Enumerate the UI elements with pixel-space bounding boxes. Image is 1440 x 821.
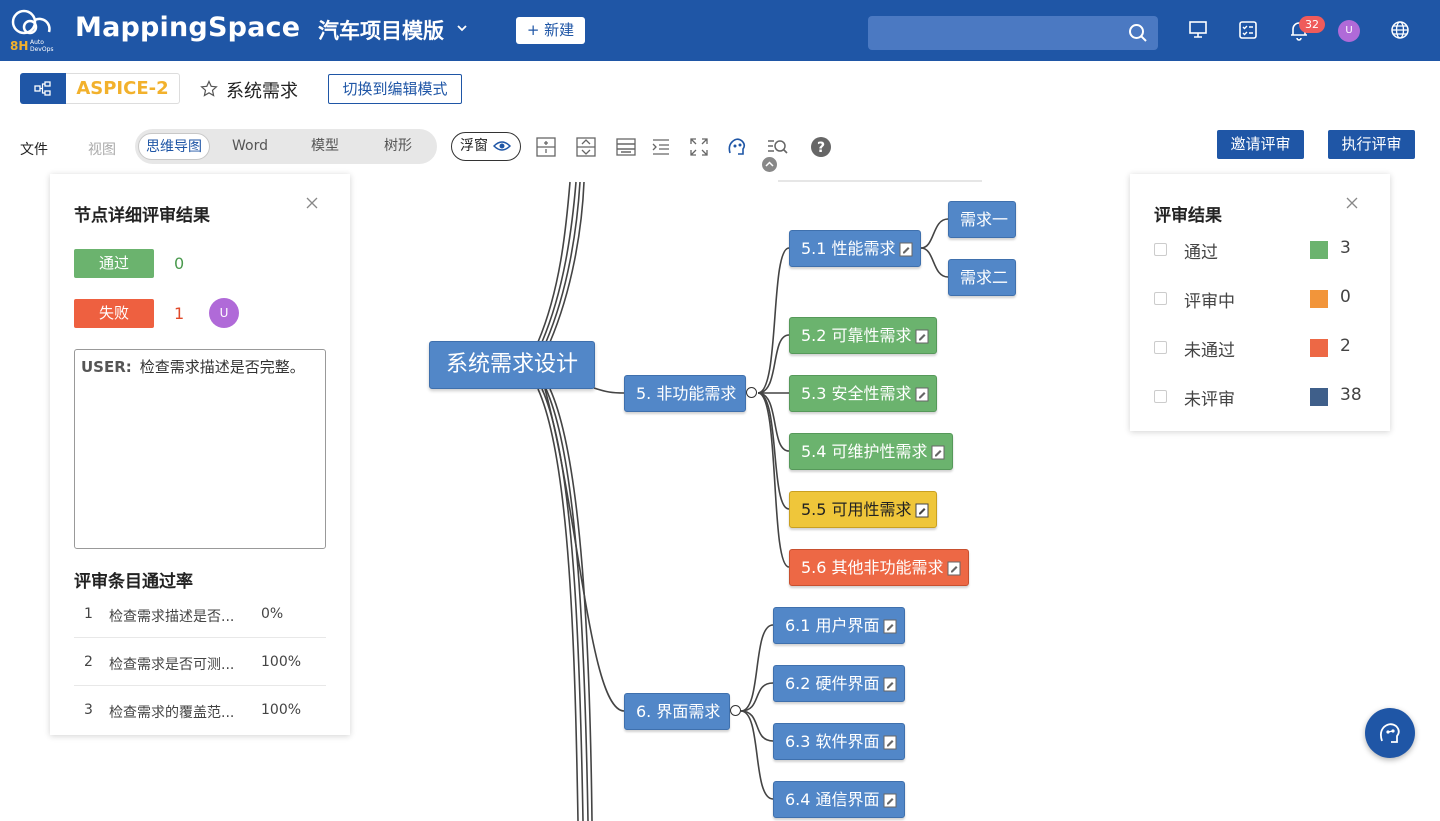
reviewer-avatar[interactable]: U bbox=[209, 298, 239, 328]
note-icon[interactable] bbox=[915, 329, 929, 344]
note-icon[interactable] bbox=[883, 735, 897, 750]
legend-label: 评审中 bbox=[1184, 292, 1235, 312]
table-row[interactable]: 1 检查需求描述是否... 0% bbox=[74, 590, 326, 638]
mindmap-node-6[interactable]: 6. 界面需求 bbox=[624, 693, 730, 730]
fail-count: 1 bbox=[174, 304, 185, 323]
legend-label: 通过 bbox=[1184, 243, 1218, 263]
ai-assistant-icon bbox=[1379, 723, 1400, 743]
collapse-node-toggle[interactable] bbox=[746, 387, 757, 398]
node-label: 5.4 可维护性需求 bbox=[801, 442, 928, 461]
ai-help-floating-button[interactable] bbox=[1365, 708, 1415, 758]
row-rate: 100% bbox=[261, 702, 302, 718]
mindmap-node-6-1[interactable]: 6.1 用户界面 bbox=[773, 607, 905, 644]
note-icon[interactable] bbox=[947, 561, 961, 576]
fail-status-button[interactable]: 失败 bbox=[74, 299, 154, 328]
filter-checkbox[interactable] bbox=[1154, 390, 1167, 403]
node-label: 5.6 其他非功能需求 bbox=[801, 558, 944, 577]
legend-row-passed[interactable]: 通过 3 bbox=[1154, 238, 1364, 263]
mindmap-node-6-3[interactable]: 6.3 软件界面 bbox=[773, 723, 905, 760]
mindmap-node-5-4[interactable]: 5.4 可维护性需求 bbox=[789, 433, 953, 470]
color-swatch bbox=[1310, 339, 1328, 357]
mindmap-node-6-2[interactable]: 6.2 硬件界面 bbox=[773, 665, 905, 702]
legend-row-in-review[interactable]: 评审中 0 bbox=[1154, 287, 1364, 312]
legend-count: 2 bbox=[1340, 336, 1351, 356]
node-label: 6.1 用户界面 bbox=[785, 616, 880, 635]
row-item: 检查需求描述是否... bbox=[109, 609, 235, 625]
comment-author: USER: bbox=[81, 358, 132, 376]
row-index: 1 bbox=[84, 606, 93, 622]
row-item: 检查需求的覆盖范... bbox=[109, 705, 235, 721]
mindmap-node-6-4[interactable]: 6.4 通信界面 bbox=[773, 781, 905, 818]
mindmap-node-5[interactable]: 5. 非功能需求 bbox=[624, 375, 746, 412]
note-icon[interactable] bbox=[883, 619, 897, 634]
panel-title: 节点详细评审结果 bbox=[74, 206, 210, 226]
color-swatch bbox=[1310, 241, 1328, 259]
legend-row-not-reviewed[interactable]: 未评审 38 bbox=[1154, 385, 1364, 410]
row-rate: 100% bbox=[261, 654, 302, 670]
filter-checkbox[interactable] bbox=[1154, 341, 1167, 354]
node-label: 需求一 bbox=[960, 210, 1009, 229]
mindmap-node-5-3[interactable]: 5.3 安全性需求 bbox=[789, 375, 937, 412]
note-icon[interactable] bbox=[931, 445, 945, 460]
node-label: 6. 界面需求 bbox=[636, 702, 721, 721]
legend-label: 未评审 bbox=[1184, 390, 1235, 410]
mindmap-node-5-1-b[interactable]: 需求二 bbox=[948, 259, 1016, 296]
note-icon[interactable] bbox=[883, 793, 897, 808]
mindmap-node-5-1[interactable]: 5.1 性能需求 bbox=[789, 230, 921, 267]
close-icon[interactable] bbox=[306, 197, 318, 209]
mindmap-node-5-6[interactable]: 5.6 其他非功能需求 bbox=[789, 549, 969, 586]
filter-checkbox[interactable] bbox=[1154, 243, 1167, 256]
row-index: 2 bbox=[84, 654, 93, 670]
row-index: 3 bbox=[84, 702, 93, 718]
node-label: 5. 非功能需求 bbox=[636, 384, 737, 403]
note-icon[interactable] bbox=[883, 677, 897, 692]
node-label: 5.1 性能需求 bbox=[801, 239, 896, 258]
mindmap-node-5-1-a[interactable]: 需求一 bbox=[948, 201, 1016, 238]
note-icon[interactable] bbox=[915, 503, 929, 518]
table-row[interactable]: 2 检查需求是否可测... 100% bbox=[74, 638, 326, 686]
panel-title: 评审结果 bbox=[1154, 206, 1222, 226]
node-label: 6.3 软件界面 bbox=[785, 732, 880, 751]
mindmap-node-5-2[interactable]: 5.2 可靠性需求 bbox=[789, 317, 937, 354]
collapse-node-toggle[interactable] bbox=[730, 705, 741, 716]
color-swatch bbox=[1310, 388, 1328, 406]
node-label: 6.2 硬件界面 bbox=[785, 674, 880, 693]
legend-count: 3 bbox=[1340, 238, 1351, 258]
node-label: 5.2 可靠性需求 bbox=[801, 326, 912, 345]
review-comment-box[interactable]: USER: 检查需求描述是否完整。 bbox=[74, 349, 326, 549]
pass-rate-title: 评审条目通过率 bbox=[74, 572, 193, 592]
legend-label: 未通过 bbox=[1184, 341, 1235, 361]
node-label: 6.4 通信界面 bbox=[785, 790, 880, 809]
table-row[interactable]: 3 检查需求的覆盖范... 100% bbox=[74, 686, 326, 734]
review-result-panel: 评审结果 通过 3 评审中 0 未通过 2 未评审 38 bbox=[1130, 174, 1390, 431]
pass-status-button[interactable]: 通过 bbox=[74, 249, 154, 278]
note-icon[interactable] bbox=[915, 387, 929, 402]
row-item: 检查需求是否可测... bbox=[109, 657, 235, 673]
mindmap-root-node[interactable]: 系统需求设计 bbox=[429, 341, 595, 389]
legend-count: 0 bbox=[1340, 287, 1351, 307]
node-review-detail-panel: 节点详细评审结果 通过 0 失败 1 U USER: 检查需求描述是否完整。 评审… bbox=[50, 174, 350, 735]
comment-text: 检查需求描述是否完整。 bbox=[139, 358, 305, 376]
filter-checkbox[interactable] bbox=[1154, 292, 1167, 305]
note-icon[interactable] bbox=[899, 242, 913, 257]
mindmap-node-5-5[interactable]: 5.5 可用性需求 bbox=[789, 491, 937, 528]
color-swatch bbox=[1310, 290, 1328, 308]
legend-row-failed[interactable]: 未通过 2 bbox=[1154, 336, 1364, 361]
pass-count: 0 bbox=[174, 254, 185, 273]
node-label: 5.3 安全性需求 bbox=[801, 384, 912, 403]
close-icon[interactable] bbox=[1346, 197, 1358, 209]
row-rate: 0% bbox=[261, 606, 284, 622]
node-label: 5.5 可用性需求 bbox=[801, 500, 912, 519]
legend-count: 38 bbox=[1340, 385, 1362, 405]
node-label: 需求二 bbox=[960, 268, 1009, 287]
